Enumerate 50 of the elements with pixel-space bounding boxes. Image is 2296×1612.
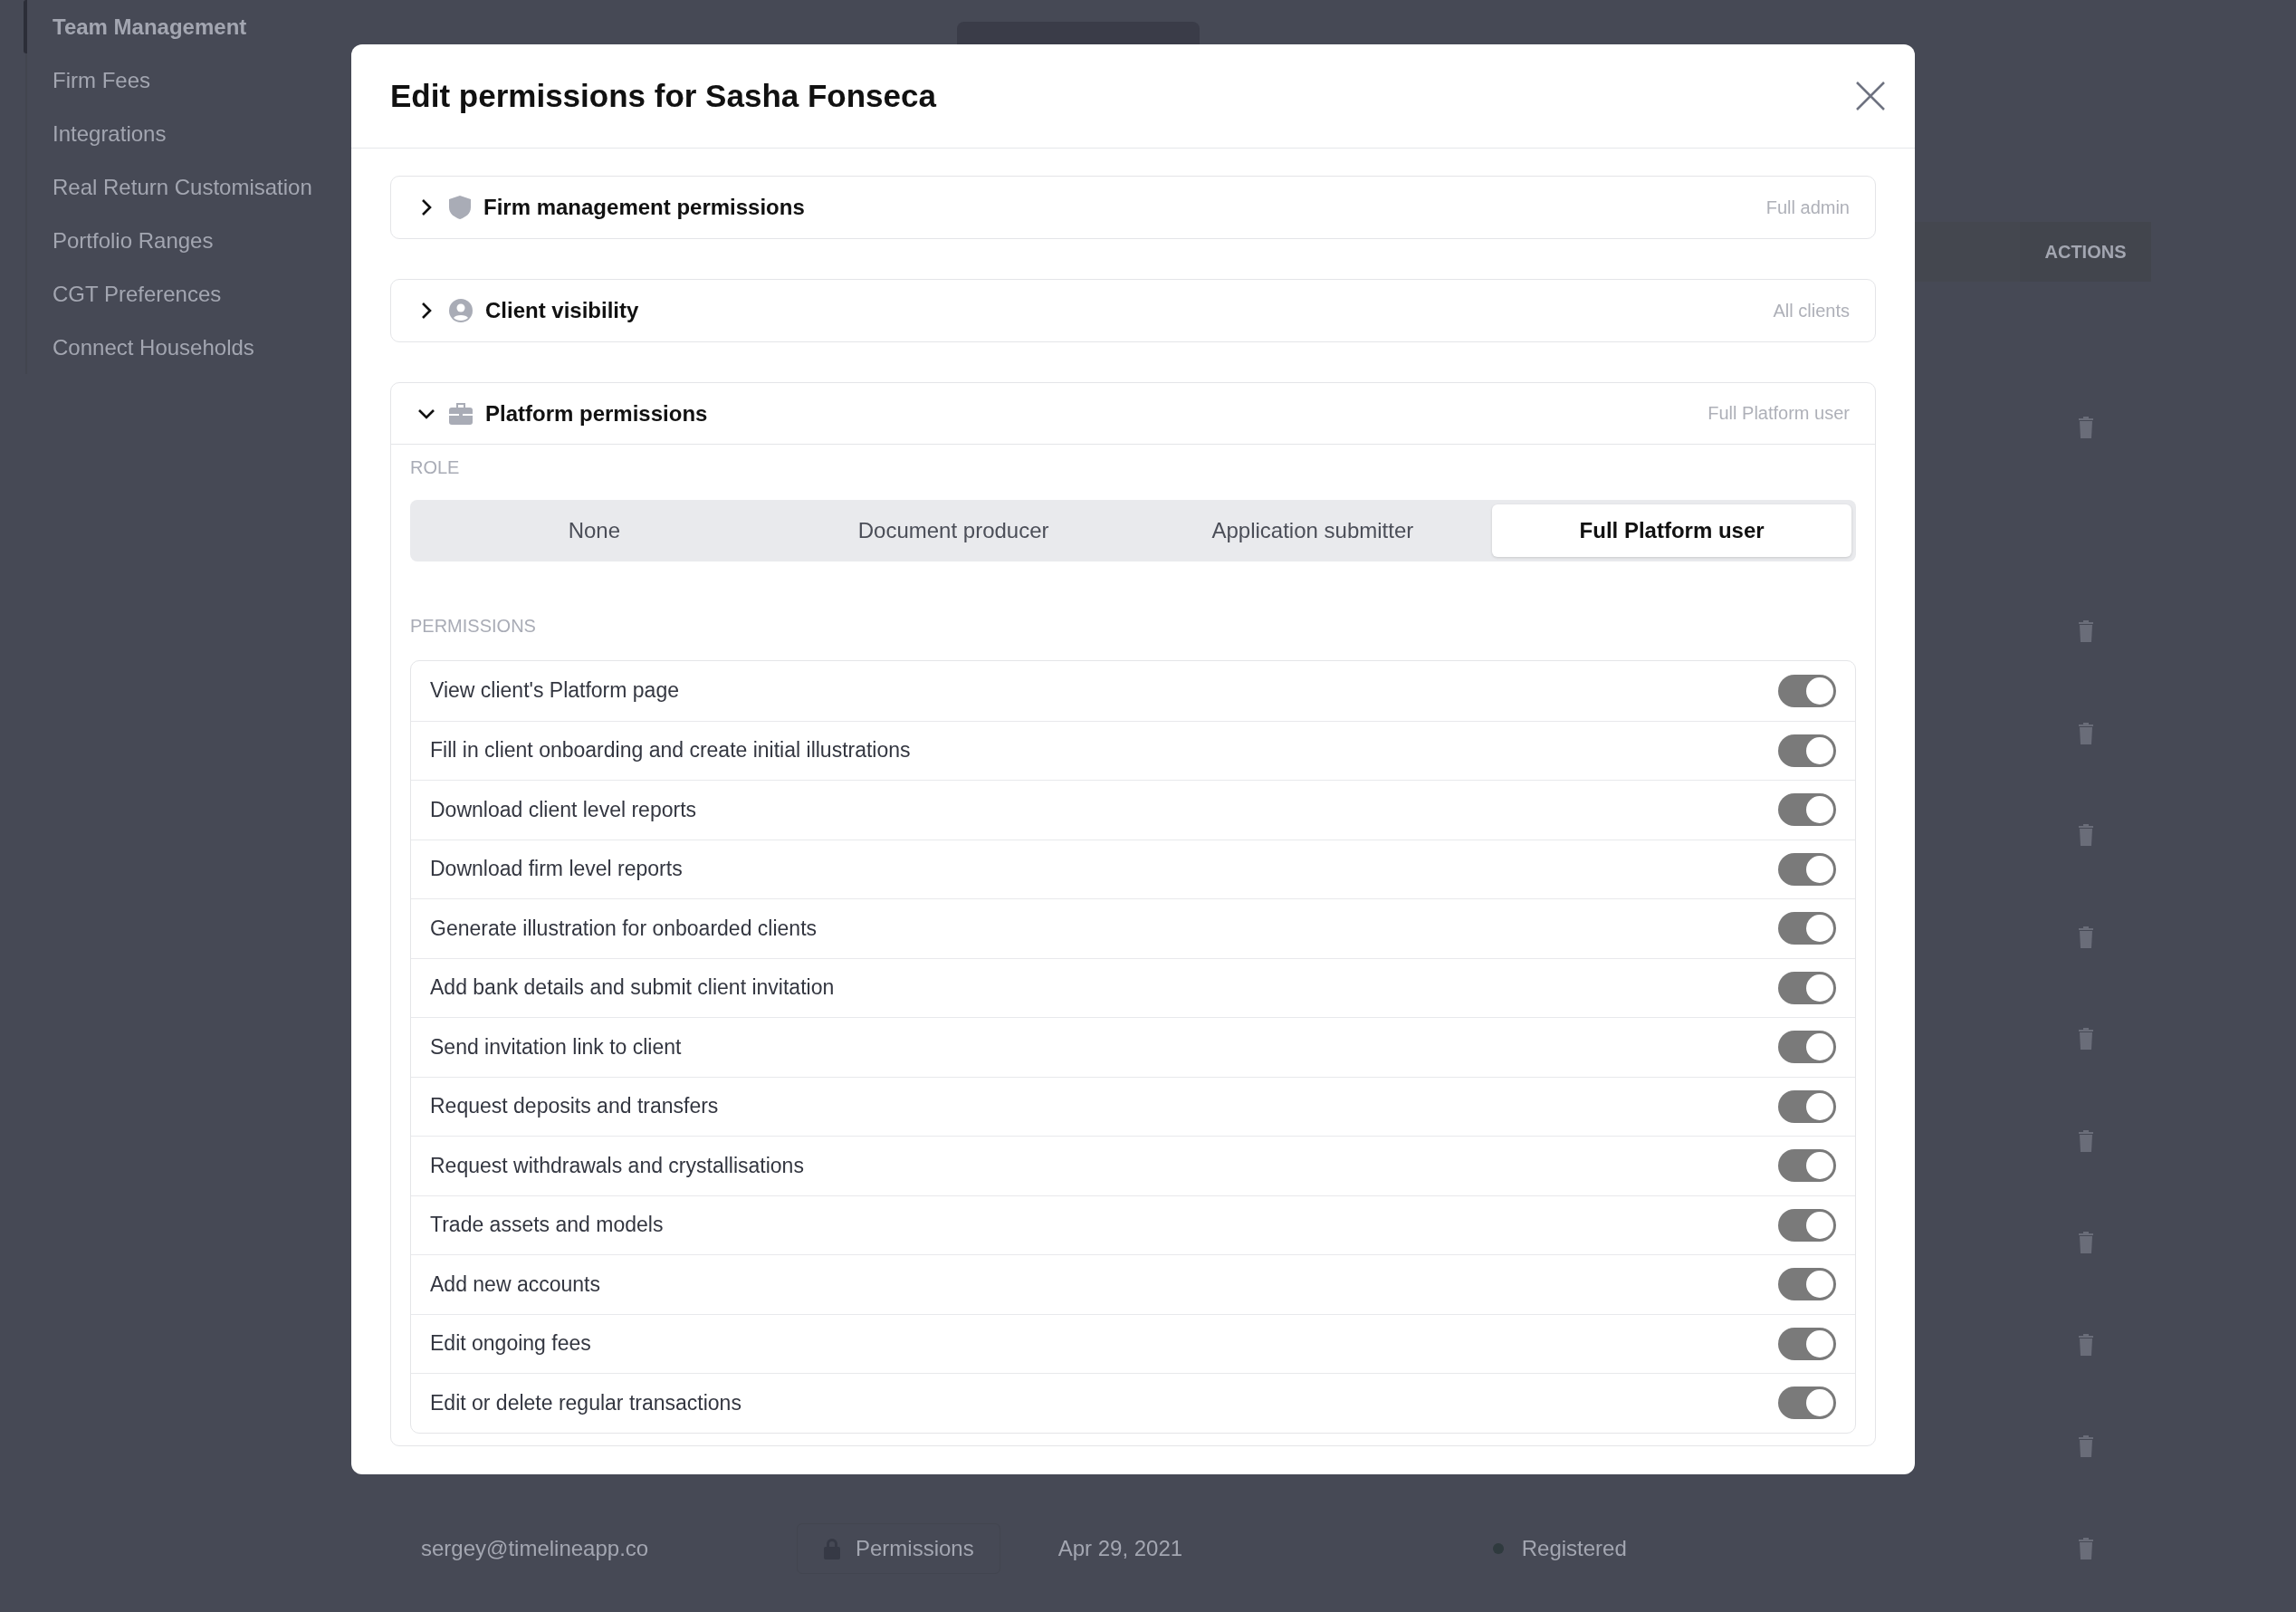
dialog-title: Edit permissions for Sasha Fonseca [390, 78, 936, 114]
permissions-label: PERMISSIONS [410, 616, 536, 637]
close-icon [1855, 81, 1886, 111]
permission-toggle[interactable] [1778, 1327, 1836, 1360]
permission-toggle[interactable] [1778, 1387, 1836, 1420]
email-text: sergey@timelineapp.co [421, 1535, 650, 1561]
permission-label: Send invitation link to client [430, 1034, 682, 1060]
permission-toggle[interactable] [1778, 971, 1836, 1004]
date-text: Apr 29, 2021 [1057, 1535, 1184, 1561]
permissions-button[interactable]: Permissions [797, 1522, 1000, 1574]
permission-toggle[interactable] [1778, 1208, 1836, 1242]
permission-toggle[interactable] [1778, 1268, 1836, 1301]
permission-toggle[interactable] [1778, 1089, 1836, 1123]
permission-label: Edit ongoing fees [430, 1331, 591, 1357]
section-title: Firm management permissions [483, 195, 805, 220]
permission-toggle[interactable] [1778, 734, 1836, 767]
section-header[interactable]: Platform permissions Full Platform user [391, 383, 1875, 445]
permission-toggle[interactable] [1778, 852, 1836, 886]
permission-label: Trade assets and models [430, 1213, 664, 1238]
permission-toggle[interactable] [1778, 793, 1836, 827]
role-tab[interactable]: Application submitter [1133, 504, 1493, 557]
user-icon [449, 299, 473, 322]
permission-label: Download firm level reports [430, 857, 683, 882]
section-summary: Full admin [1765, 197, 1850, 218]
section-title: Client visibility [485, 298, 639, 323]
role-tab[interactable]: Document producer [773, 504, 1134, 557]
section-title: Platform permissions [485, 400, 708, 427]
permission-label: Edit or delete regular transactions [430, 1390, 741, 1415]
permission-label: Request deposits and transfers [430, 1094, 719, 1119]
role-tab[interactable]: None [415, 504, 774, 557]
section-summary: Full Platform user [1708, 403, 1850, 424]
permission-label: View client's Platform page [430, 678, 679, 704]
permission-label: Request withdrawals and crystallisations [430, 1153, 804, 1178]
permission-label: Add bank details and submit client invitation [430, 975, 835, 1001]
permission-label: Download client level reports [430, 797, 697, 822]
role-label: ROLE [410, 457, 460, 478]
permission-toggle[interactable] [1778, 912, 1836, 945]
permission-label: Fill in client onboarding and create initial illustrations [430, 738, 911, 763]
shield-icon [449, 196, 471, 219]
permission-label: Generate illustration for onboarded clients [430, 916, 818, 941]
section-summary: All clients [1773, 300, 1850, 321]
section-header[interactable]: Firm management permissions Full admin [391, 177, 1875, 238]
section-header[interactable]: Client visibility All clients [391, 280, 1875, 341]
status-text: Registered [1521, 1535, 1627, 1561]
permission-toggle[interactable] [1778, 1031, 1836, 1064]
permission-toggle[interactable] [1778, 1149, 1836, 1183]
permission-label: Add new accounts [430, 1271, 600, 1297]
briefcase-icon [449, 402, 473, 425]
role-tab[interactable]: Full Platform user [1492, 504, 1851, 557]
permission-toggle[interactable] [1778, 674, 1836, 707]
